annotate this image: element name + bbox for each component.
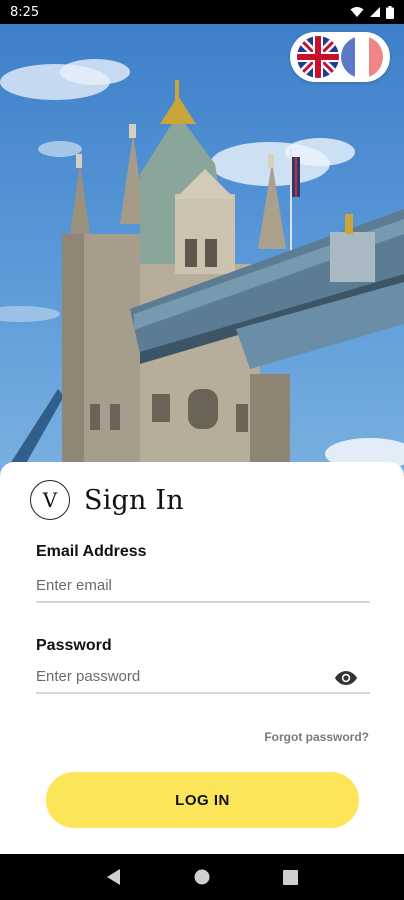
system-nav-bar: [0, 854, 404, 900]
uk-flag-icon: [297, 36, 339, 78]
email-field[interactable]: [36, 569, 370, 603]
password-field[interactable]: [36, 660, 370, 694]
uk-flag-button[interactable]: [297, 36, 339, 78]
back-button[interactable]: [103, 866, 125, 888]
brand-logo-letter: V: [42, 488, 58, 512]
login-button[interactable]: LOG IN: [46, 772, 359, 828]
status-time: 8:25: [10, 4, 40, 20]
france-flag-button[interactable]: [341, 36, 383, 78]
wifi-icon: [350, 7, 364, 17]
password-label: Password: [36, 637, 112, 654]
recents-icon: [282, 869, 298, 885]
tower-bridge-illustration: [0, 59, 404, 474]
brand-logo-icon: V: [30, 480, 70, 520]
home-button[interactable]: [191, 866, 213, 888]
brand-header: V Sign In: [30, 480, 184, 520]
email-label: Email Address: [36, 543, 147, 560]
recents-button[interactable]: [279, 866, 301, 888]
battery-icon: [386, 5, 394, 19]
france-flag-icon: [341, 36, 383, 78]
hero-image: [0, 24, 404, 474]
status-icons: [350, 5, 394, 19]
forgot-password-link[interactable]: Forgot password?: [264, 730, 369, 744]
page-title: Sign In: [84, 484, 184, 516]
back-icon: [107, 869, 120, 885]
signin-card: V Sign In Email Address Password Forgot …: [0, 462, 404, 854]
signal-icon: [370, 7, 380, 17]
eye-icon[interactable]: [334, 670, 358, 686]
status-bar: 8:25: [0, 0, 404, 24]
home-icon: [194, 869, 210, 885]
language-switcher: [290, 32, 390, 82]
